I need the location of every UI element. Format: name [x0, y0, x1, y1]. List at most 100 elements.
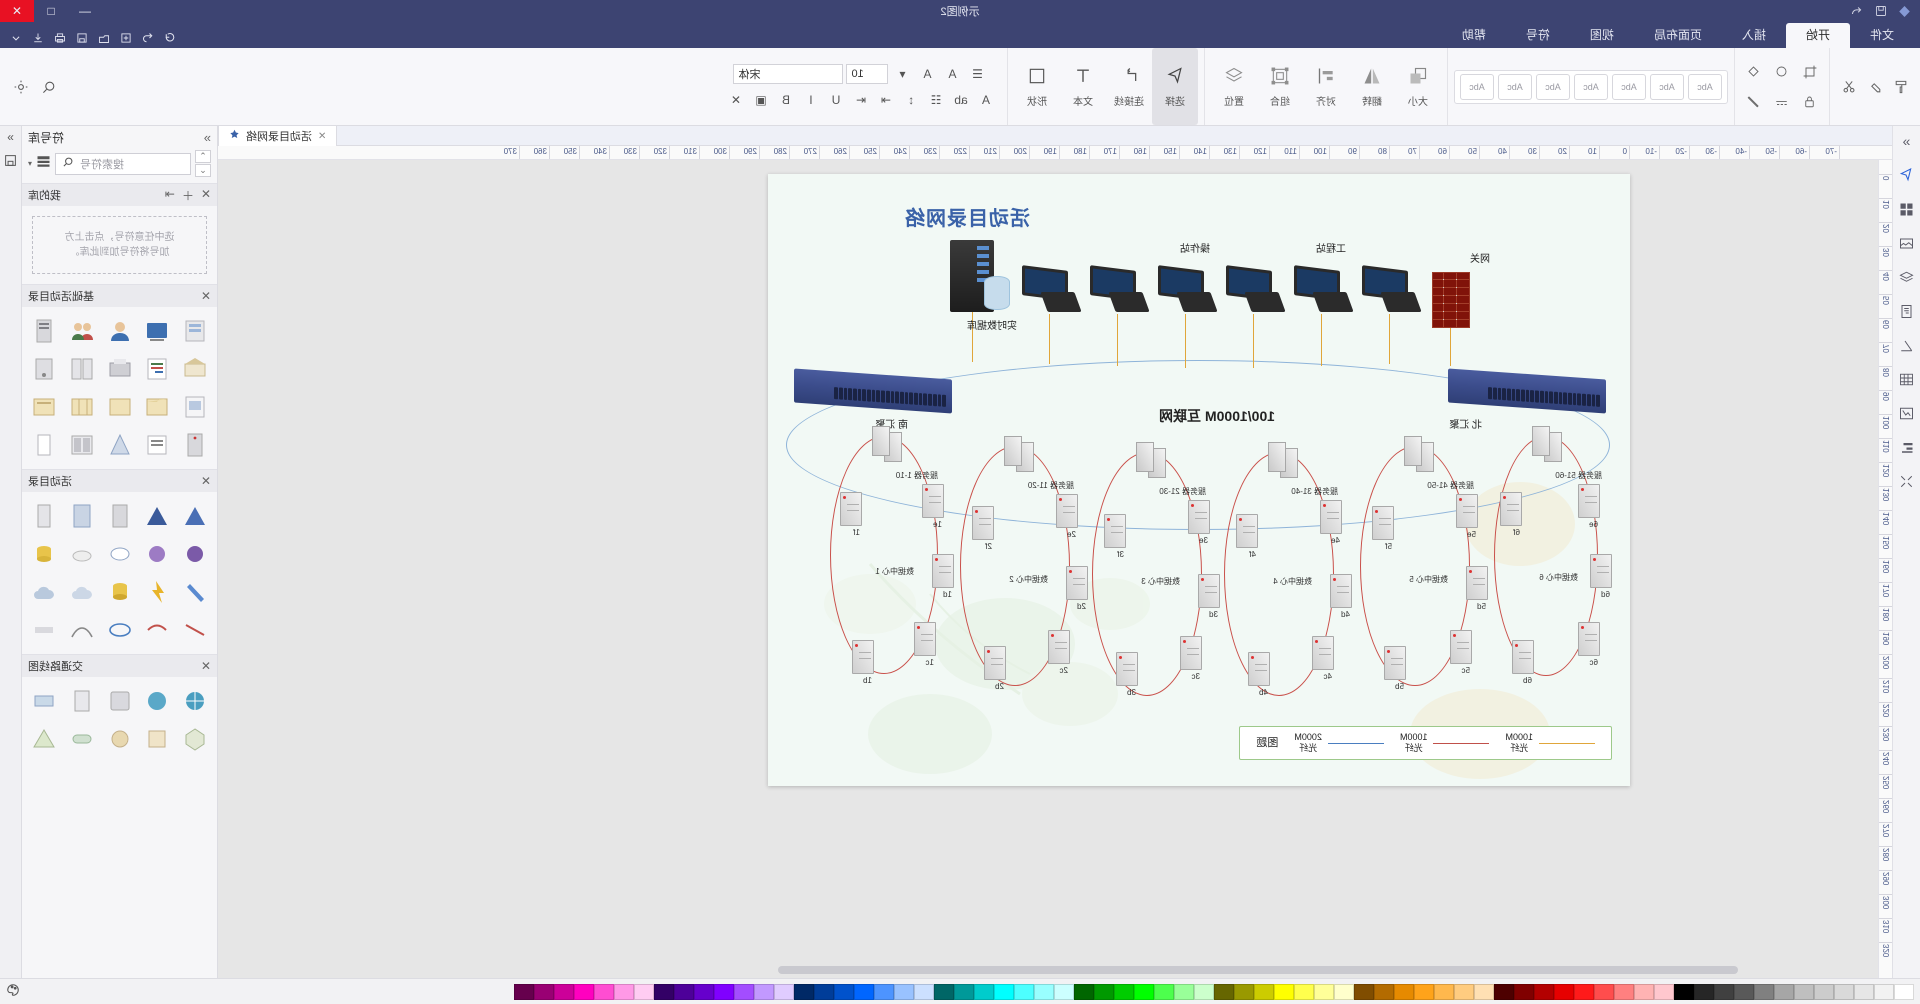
section-basic-ad-header[interactable]: ✕ 基础活动目录 [22, 285, 217, 307]
qa-new-icon[interactable] [116, 28, 136, 48]
symbol-item[interactable] [177, 612, 213, 648]
server-node[interactable] [1116, 652, 1138, 686]
symbol-item[interactable] [177, 721, 213, 757]
list-icon[interactable]: ☷ [925, 90, 947, 110]
style-tile[interactable]: Abc [1612, 73, 1646, 100]
tool-text-button[interactable]: 文本 [1060, 48, 1106, 125]
symbol-item[interactable] [177, 498, 213, 534]
symbol-item[interactable] [177, 351, 213, 387]
indent-decrease-icon[interactable]: ⇥ [875, 90, 897, 110]
symbol-item[interactable] [64, 351, 100, 387]
palette-more-icon[interactable] [6, 983, 20, 1000]
symbol-item[interactable] [139, 536, 175, 572]
text-color-icon[interactable]: A [975, 90, 997, 110]
maximize-button[interactable]: □ [34, 0, 68, 22]
server-node[interactable] [1384, 646, 1406, 680]
italic-icon[interactable]: I [800, 90, 822, 110]
plus-icon[interactable]: ＋ [182, 187, 194, 204]
color-swatch[interactable] [1274, 983, 1294, 1000]
symbol-item[interactable] [64, 427, 100, 463]
symbol-item[interactable] [26, 721, 62, 757]
color-swatch[interactable] [1314, 983, 1334, 1000]
workstation-group-label[interactable]: 工程站 [1316, 240, 1346, 255]
color-swatch[interactable] [1514, 983, 1534, 1000]
color-swatch[interactable] [654, 983, 674, 1000]
color-swatch[interactable] [1774, 983, 1794, 1000]
expand-icon[interactable]: » [1896, 130, 1918, 152]
diagram-page[interactable]: 活动目录网络 100/1000M 互联网 实时数据库 网关 工程站 操作站 南 … [768, 174, 1630, 786]
data-center-label[interactable]: 数据中心 6 [1539, 572, 1578, 583]
symbol-item[interactable] [64, 498, 100, 534]
color-swatch[interactable] [1694, 983, 1714, 1000]
close-icon[interactable]: ✕ [201, 474, 211, 488]
color-swatch[interactable] [1294, 983, 1314, 1000]
color-swatch[interactable] [1734, 983, 1754, 1000]
symbol-item[interactable] [102, 427, 138, 463]
color-swatch[interactable] [1114, 983, 1134, 1000]
symbol-item[interactable] [139, 498, 175, 534]
settings-icon[interactable] [10, 77, 32, 97]
server-node[interactable] [1330, 574, 1352, 608]
color-swatch[interactable] [1854, 983, 1874, 1000]
color-swatch[interactable] [1574, 983, 1594, 1000]
align-button[interactable]: 对齐 [1303, 48, 1349, 125]
canvas-scroll[interactable]: 活动目录网络 100/1000M 互联网 实时数据库 网关 工程站 操作站 南 … [218, 160, 1878, 978]
workstation-pc[interactable] [1362, 265, 1422, 312]
measure-icon[interactable] [1896, 334, 1918, 356]
symbol-item[interactable] [139, 351, 175, 387]
server-node[interactable] [922, 484, 944, 518]
color-swatch[interactable] [994, 983, 1014, 1000]
color-swatch[interactable] [1054, 983, 1074, 1000]
server-node[interactable] [1056, 494, 1078, 528]
document-tab[interactable]: ✕ 活动目录网络 [218, 126, 338, 146]
color-swatch[interactable] [1534, 983, 1554, 1000]
data-center-label[interactable]: 数据中心 5 [1409, 574, 1448, 585]
copy-icon[interactable] [1862, 74, 1888, 100]
table-icon[interactable] [1896, 368, 1918, 390]
color-swatch[interactable] [1334, 983, 1354, 1000]
library-icon[interactable] [36, 154, 51, 174]
indent-increase-icon[interactable]: ⇤ [850, 90, 872, 110]
backbone-label[interactable]: 100/1000M 互联网 [1159, 406, 1275, 426]
font-family-input[interactable]: 宋体 [733, 63, 844, 84]
symbol-item[interactable] [26, 427, 62, 463]
gateway-label[interactable]: 网关 [1470, 250, 1490, 265]
server-node[interactable] [1180, 636, 1202, 670]
color-swatch[interactable] [774, 983, 794, 1000]
server-node[interactable] [984, 646, 1006, 680]
bold-icon[interactable]: B [775, 90, 797, 110]
section-traffic-map-header[interactable]: ✕ 交通路线图 [22, 655, 217, 677]
color-swatch[interactable] [914, 983, 934, 1000]
expand-panel-icon[interactable]: » [7, 130, 14, 144]
workstation-pc[interactable] [1294, 265, 1354, 312]
server-group-icon[interactable] [1264, 442, 1298, 480]
color-swatch[interactable] [714, 983, 734, 1000]
server-node[interactable] [972, 506, 994, 540]
cut-icon[interactable] [1836, 74, 1862, 100]
tab-yemianbuju[interactable]: 页面布局 [1634, 23, 1722, 48]
qa-open-icon[interactable] [94, 28, 114, 48]
color-swatch[interactable] [1394, 983, 1414, 1000]
line-style-icon[interactable] [1769, 89, 1795, 115]
font-shrink-icon[interactable]: A [917, 64, 939, 84]
database-label[interactable]: 实时数据库 [967, 317, 1017, 332]
flip-button[interactable]: 翻转 [1349, 48, 1395, 125]
search-steppers[interactable]: ⌃ ⌄ [195, 150, 211, 177]
server-group-label[interactable]: 服务器 31-40 [1291, 486, 1338, 497]
server-node[interactable] [1104, 514, 1126, 548]
server-node[interactable] [1578, 484, 1600, 518]
format-painter-icon[interactable] [1888, 74, 1914, 100]
symbol-item[interactable] [177, 427, 213, 463]
section-ad-header[interactable]: ✕ 活动目录 [22, 470, 217, 492]
symbol-item[interactable] [26, 313, 62, 349]
color-swatch[interactable] [1834, 983, 1854, 1000]
color-swatch[interactable] [1674, 983, 1694, 1000]
symbol-item[interactable] [64, 389, 100, 425]
data-center-label[interactable]: 数据中心 2 [1009, 574, 1048, 585]
symbol-item[interactable] [64, 683, 100, 719]
server-group-label[interactable]: 服务器 11-20 [1028, 480, 1074, 491]
symbol-item[interactable] [102, 721, 138, 757]
horizontal-ruler[interactable]: -70 -60 -50 -40 -30 -20 -10 0 10 20 30 40 50 60 70 80 90… [218, 146, 1892, 160]
server-node[interactable] [840, 492, 862, 526]
color-swatch[interactable] [934, 983, 954, 1000]
